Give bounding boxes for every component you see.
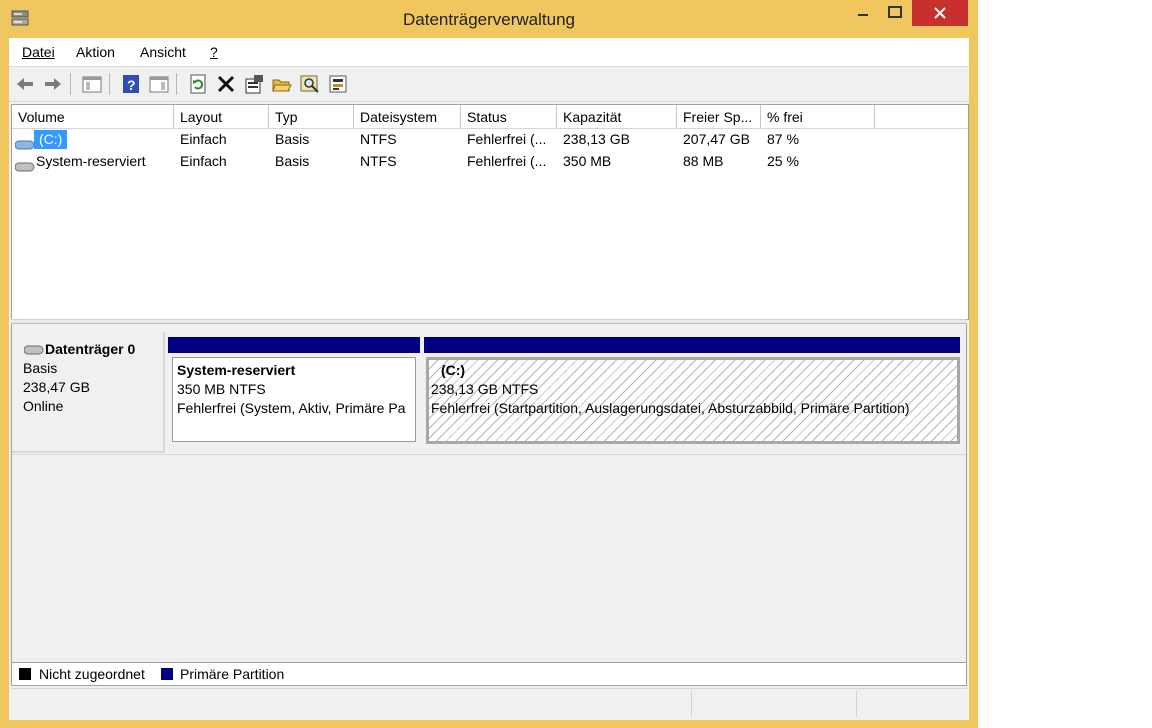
column-header-kapazitaet[interactable]: Kapazität: [557, 105, 677, 128]
prozent-frei-cell: 87 %: [767, 131, 799, 147]
client-area: Datei Aktion Ansicht ? ? Volume Layout T…: [9, 38, 969, 720]
toolbar-separator: [109, 73, 110, 95]
menu-aktion[interactable]: Aktion: [76, 44, 115, 60]
partition-box[interactable]: System-reserviert 350 MB NTFS Fehlerfrei…: [172, 357, 416, 442]
partition-status: Fehlerfrei (System, Aktiv, Primäre Pa: [177, 400, 406, 416]
partition-size: 350 MB NTFS: [177, 381, 266, 397]
back-arrow-icon[interactable]: [14, 73, 36, 95]
status-bar-separator: [856, 691, 857, 717]
prozent-frei-cell: 25 %: [767, 153, 799, 169]
volume-drive-icon: [14, 135, 35, 150]
disk-size: 238,47 GB: [23, 379, 90, 395]
volume-cell: (C:): [12, 129, 174, 150]
toolbar: ?: [9, 67, 969, 102]
action-pane-icon[interactable]: [148, 73, 170, 95]
volume-drive-icon: [14, 157, 35, 172]
volume-name: System-reserviert: [36, 153, 146, 169]
volume-cell: System-reserviert: [12, 151, 174, 172]
volume-row[interactable]: (C:) Einfach Basis NTFS Fehlerfrei (... …: [12, 129, 968, 150]
search-icon[interactable]: [299, 73, 321, 95]
disk-name: Datenträger 0: [45, 341, 136, 357]
volume-list-header: Volume Layout Typ Dateisystem Status Kap…: [12, 105, 968, 129]
status-bar: [11, 688, 967, 719]
forward-arrow-icon[interactable]: [42, 73, 64, 95]
rescan-disks-icon[interactable]: [327, 73, 349, 95]
kapazitaet-cell: 238,13 GB: [563, 131, 630, 147]
freier-speicher-cell: 207,47 GB: [683, 131, 750, 147]
column-header-prozent-frei[interactable]: % frei: [761, 105, 875, 128]
title-bar[interactable]: Datenträgerverwaltung: [0, 0, 978, 38]
column-header-status[interactable]: Status: [461, 105, 557, 128]
partition-status: Fehlerfrei (Startpartition, Auslagerungs…: [431, 400, 910, 416]
volume-name: (C:): [34, 130, 68, 149]
partition-c[interactable]: (C:) 238,13 GB NTFS Fehlerfrei (Startpar…: [424, 337, 962, 453]
column-header-layout[interactable]: Layout: [174, 105, 269, 128]
app-window: Datenträgerverwaltung Datei Aktion Ansic…: [0, 0, 978, 728]
kapazitaet-cell: 350 MB: [563, 153, 612, 169]
disk-graphical-view: Datenträger 0 Basis 238,47 GB Online Sys…: [11, 324, 967, 662]
column-header-dateisystem[interactable]: Dateisystem: [354, 105, 461, 128]
window-title: Datenträgerverwaltung: [403, 10, 575, 29]
svg-text:?: ?: [127, 77, 136, 93]
disk-drive-icon: [23, 342, 44, 355]
volume-row[interactable]: System-reserviert Einfach Basis NTFS Feh…: [12, 151, 968, 172]
properties-icon[interactable]: [243, 73, 265, 95]
disk-label-panel[interactable]: Datenträger 0 Basis 238,47 GB Online: [12, 332, 165, 453]
dateisystem-cell: NTFS: [360, 153, 397, 169]
volume-list[interactable]: Volume Layout Typ Dateisystem Status Kap…: [11, 104, 969, 320]
partition-title: (C:): [441, 362, 466, 378]
help-icon[interactable]: ?: [120, 73, 142, 95]
menu-ansicht[interactable]: Ansicht: [140, 44, 186, 60]
console-tree-icon[interactable]: [81, 73, 103, 95]
delete-icon[interactable]: [215, 73, 237, 95]
menu-help[interactable]: ?: [210, 44, 218, 60]
disk-row-divider: [12, 454, 966, 455]
legend-swatch-unallocated: [19, 668, 31, 680]
freier-speicher-cell: 88 MB: [683, 153, 724, 169]
partition-box[interactable]: (C:) 238,13 GB NTFS Fehlerfrei (Startpar…: [426, 357, 960, 444]
open-folder-icon[interactable]: [271, 73, 293, 95]
legend-label-unallocated: Nicht zugeordnet: [39, 666, 145, 682]
menu-datei[interactable]: Datei: [22, 44, 55, 60]
close-button[interactable]: [912, 0, 968, 26]
toolbar-separator: [70, 73, 71, 95]
status-bar-separator: [691, 691, 692, 717]
layout-cell: Einfach: [180, 153, 227, 169]
dateisystem-cell: NTFS: [360, 131, 397, 147]
status-cell: Fehlerfrei (...: [467, 153, 547, 169]
partition-size: 238,13 GB NTFS: [431, 381, 539, 397]
refresh-icon[interactable]: [187, 73, 209, 95]
partition-type-bar: [424, 337, 960, 353]
column-header-typ[interactable]: Typ: [269, 105, 354, 128]
partition-system-reserved[interactable]: System-reserviert 350 MB NTFS Fehlerfrei…: [168, 337, 422, 453]
minimize-button[interactable]: [848, 0, 878, 26]
maximize-button[interactable]: [880, 0, 910, 26]
legend-label-primary: Primäre Partition: [180, 666, 285, 682]
partition-type-bar: [168, 337, 420, 353]
menu-bar: Datei Aktion Ansicht ?: [9, 38, 969, 67]
typ-cell: Basis: [275, 153, 310, 169]
disk-type: Basis: [23, 360, 58, 376]
legend-swatch-primary: [161, 668, 173, 680]
partition-title: System-reserviert: [177, 362, 296, 378]
menu-datei-label: Datei: [22, 44, 55, 60]
legend-bar: Nicht zugeordnet Primäre Partition: [11, 662, 967, 686]
disk-state: Online: [23, 398, 64, 414]
status-cell: Fehlerfrei (...: [467, 131, 547, 147]
layout-cell: Einfach: [180, 131, 227, 147]
column-header-volume[interactable]: Volume: [12, 105, 174, 128]
toolbar-separator: [176, 73, 177, 95]
column-header-freier-speicher[interactable]: Freier Sp...: [677, 105, 761, 128]
typ-cell: Basis: [275, 131, 310, 147]
